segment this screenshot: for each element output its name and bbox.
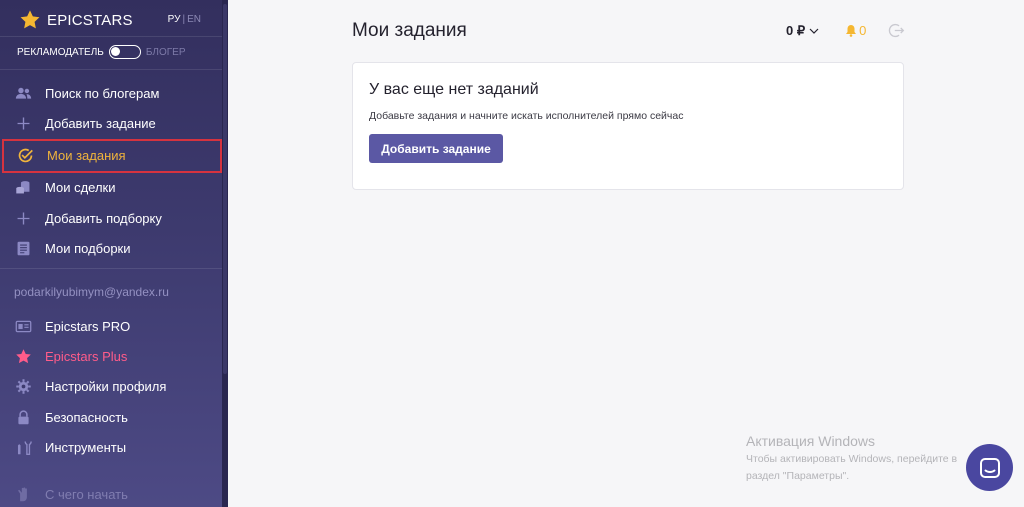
- user-email: podarkilyubimym@yandex.ru: [14, 285, 169, 299]
- windows-activation-watermark: Активация Windows Чтобы активировать Win…: [746, 433, 957, 483]
- lock-icon: [14, 408, 32, 426]
- nav-item-search-bloggers[interactable]: Поиск по блогерам: [0, 78, 222, 108]
- scrollbar-thumb[interactable]: [223, 4, 227, 374]
- nav-item-label: Инструменты: [45, 439, 127, 455]
- empty-state-card: У вас еще нет заданий Добавьте задания и…: [352, 62, 904, 190]
- divider: [0, 69, 222, 70]
- users-icon: [14, 84, 32, 102]
- empty-state-subtitle: Добавьте задания и начните искать исполн…: [369, 110, 684, 122]
- brand-name: EPICSTARS: [47, 11, 133, 29]
- lang-en[interactable]: EN: [187, 14, 201, 25]
- nav-item-label: Epicstars Plus: [45, 348, 128, 364]
- nav-item-label: Добавить задание: [45, 115, 156, 131]
- nav-item-label: С чего начать: [45, 486, 128, 502]
- nav-item-tools[interactable]: Инструменты: [0, 432, 222, 462]
- empty-state-title: У вас еще нет заданий: [369, 81, 539, 98]
- coins-icon: [14, 179, 32, 197]
- nav-item-epicstars-plus[interactable]: Epicstars Plus: [0, 341, 222, 371]
- bottom-nav: С чего начать: [0, 479, 222, 507]
- toggle-knob: [110, 47, 120, 56]
- tools-icon: [14, 438, 32, 456]
- id-card-icon: [14, 317, 32, 335]
- nav-item-label: Мои подборки: [45, 240, 131, 256]
- sidebar-scrollbar[interactable]: [222, 0, 228, 507]
- sidebar: EPICSTARS РУ | EN РЕКЛАМОДАТЕЛЬ БЛОГЕР Пои…: [0, 0, 228, 507]
- nav-item-add-task[interactable]: Добавить задание: [0, 108, 222, 138]
- logout-icon[interactable]: [888, 22, 905, 39]
- header-actions: 0 ₽ 0: [786, 22, 905, 39]
- nav-item-label: Мои задания: [47, 148, 126, 164]
- bell-icon: [846, 25, 857, 37]
- nav-item-getting-started[interactable]: С чего начать: [0, 479, 222, 507]
- plus-icon: [14, 114, 32, 132]
- plus-icon: [14, 209, 32, 227]
- balance-dropdown[interactable]: 0 ₽: [786, 23, 819, 39]
- nav-item-label: Настройки профиля: [45, 379, 167, 395]
- nav-item-my-deals[interactable]: Мои сделки: [0, 173, 222, 203]
- language-switch[interactable]: РУ | EN: [168, 14, 201, 25]
- nav-item-my-tasks[interactable]: Мои задания: [2, 138, 222, 173]
- chevron-down-icon: [809, 28, 819, 34]
- watermark-title: Активация Windows: [746, 433, 876, 449]
- account-nav: Epicstars PRO Epicstars Plus Настройки п…: [0, 311, 222, 462]
- notifications-button[interactable]: 0: [845, 23, 866, 38]
- nav-item-security[interactable]: Безопасность: [0, 402, 222, 432]
- nav-item-label: Поиск по блогерам: [45, 85, 160, 101]
- notifications-count: 0: [859, 23, 867, 38]
- nav-item-my-collections[interactable]: Мои подборки: [0, 233, 222, 263]
- nav-item-label: Безопасность: [45, 409, 128, 425]
- nav-item-epicstars-pro[interactable]: Epicstars PRO: [0, 311, 222, 341]
- chat-icon: [979, 457, 1000, 478]
- check-circle-icon: [16, 147, 34, 165]
- hand-icon: [14, 485, 32, 503]
- page-title: Мои задания: [352, 20, 467, 41]
- nav-item-label: Epicstars PRO: [45, 318, 131, 334]
- role-advertiser-label[interactable]: РЕКЛАМОДАТЕЛЬ: [17, 47, 104, 58]
- role-toggle[interactable]: [108, 45, 141, 59]
- gear-icon: [14, 378, 32, 396]
- role-blogger-label[interactable]: БЛОГЕР: [146, 47, 186, 58]
- nav-item-label: Добавить подборку: [45, 210, 162, 226]
- watermark-line: раздел "Параметры".: [746, 470, 850, 482]
- nav-item-add-collection[interactable]: Добавить подборку: [0, 203, 222, 233]
- lang-separator: |: [182, 14, 186, 25]
- balance-value: 0 ₽: [786, 22, 806, 38]
- brand-logo[interactable]: EPICSTARS РУ | EN: [18, 9, 218, 31]
- add-task-button[interactable]: Добавить задание: [369, 134, 503, 163]
- role-toggle-row: РЕКЛАМОДАТЕЛЬ БЛОГЕР: [17, 45, 186, 59]
- nav-item-profile-settings[interactable]: Настройки профиля: [0, 372, 222, 402]
- watermark-line: Чтобы активировать Windows, перейдите в: [746, 453, 958, 465]
- divider: [0, 36, 222, 37]
- main-nav: Поиск по блогерам Добавить задание Мои з…: [0, 78, 222, 263]
- chat-support-button[interactable]: [966, 444, 1013, 491]
- star-logo-icon: [20, 10, 40, 29]
- list-icon: [14, 239, 32, 257]
- star-icon: [14, 347, 32, 365]
- lang-ru[interactable]: РУ: [168, 14, 181, 25]
- nav-item-label: Мои сделки: [45, 180, 116, 196]
- divider: [0, 268, 222, 269]
